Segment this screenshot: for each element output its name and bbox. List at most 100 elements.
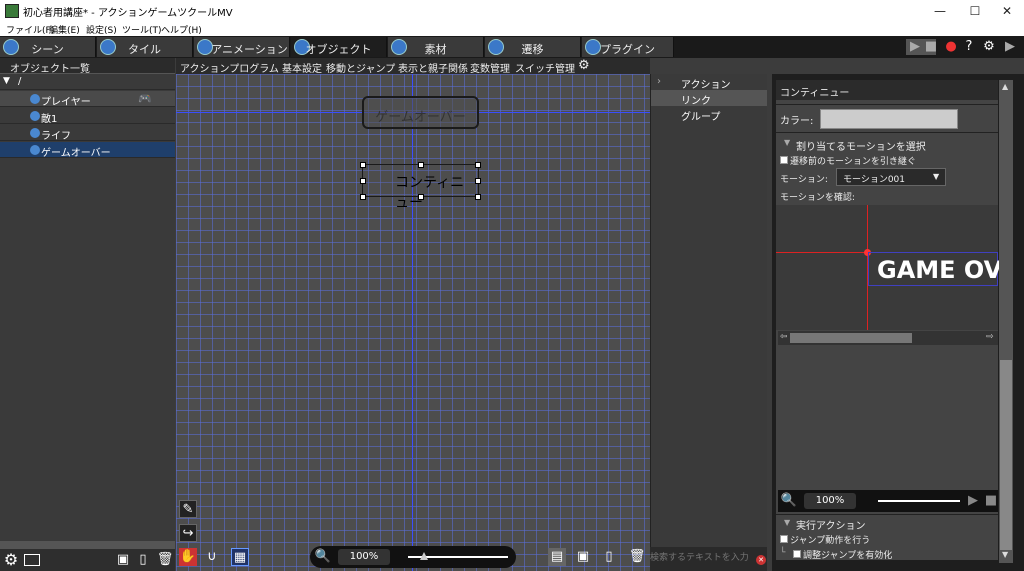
list-item[interactable]: プレイヤー 🎮 — [0, 91, 175, 108]
arrow-right-icon[interactable]: ⇨ — [986, 332, 994, 342]
copy-node-icon[interactable]: ▯ — [600, 548, 618, 566]
add-folder-icon[interactable]: ▣ — [114, 551, 132, 569]
resize-handle[interactable] — [475, 194, 481, 200]
resize-handle[interactable] — [475, 162, 481, 168]
subtab-switches[interactable]: スイッチ管理 — [515, 60, 575, 75]
resize-handle[interactable] — [360, 162, 366, 168]
tab-label: 素材 — [424, 43, 447, 56]
clear-search-icon[interactable]: ✕ — [756, 555, 766, 565]
list-item-label: ライフ — [41, 131, 71, 142]
menu-settings[interactable]: 設定(S) — [86, 23, 117, 36]
subtab-variables[interactable]: 変数管理 — [470, 60, 510, 75]
search-input[interactable] — [650, 549, 758, 567]
preview-scroll-thumb[interactable] — [790, 333, 912, 343]
expand-icon[interactable]: ▼ — [3, 76, 10, 86]
link-panel: › アクション リンク グループ — [650, 74, 767, 547]
delete-node-icon[interactable]: 🗑 — [628, 548, 646, 566]
arrow-left-icon[interactable]: ⇦ — [780, 332, 788, 342]
disabled-tool-icon: ▤ — [548, 548, 566, 566]
mid-item-link[interactable]: リンク — [651, 90, 767, 107]
grid-toggle-icon[interactable]: ▦ — [231, 548, 249, 566]
subtab-move-jump[interactable]: 移動とジャンプ — [326, 60, 395, 75]
color-swatch[interactable] — [820, 109, 958, 129]
tab-label: オブジェクト — [305, 43, 372, 56]
list-item[interactable]: 敵1 — [0, 108, 175, 125]
resize-handle[interactable] — [360, 194, 366, 200]
action-program-canvas[interactable]: ゲームオーバー コンティニュー ✎ ↪ ✋ ∪ ▦ ▤ ▣ ▯ 🗑 — [176, 74, 650, 571]
subtab-display-parent[interactable]: 表示と親子関係 — [398, 60, 468, 75]
resize-handle[interactable] — [418, 194, 424, 200]
maximize-button[interactable]: ☐ — [958, 0, 992, 22]
curve-tool-icon[interactable]: ↪ — [179, 524, 197, 542]
canvas-axis-v — [412, 74, 413, 571]
tab-transition[interactable]: 遷移 — [485, 37, 581, 57]
minimize-button[interactable]: — — [923, 0, 957, 22]
pen-tool-icon[interactable]: ✎ — [179, 500, 197, 518]
list-item-selected[interactable]: ゲームオーバー — [0, 142, 175, 159]
zoom-field[interactable]: 100% — [338, 549, 390, 565]
tab-material[interactable]: 素材 — [388, 37, 484, 57]
enable-adjust-checkbox[interactable] — [793, 550, 801, 558]
mid-item-group[interactable]: グループ — [651, 106, 767, 123]
run-icon[interactable]: ▶ — [1001, 38, 1019, 56]
left-scrollbar[interactable] — [0, 541, 175, 549]
tab-tile[interactable]: タイル — [97, 37, 193, 57]
hand-tool-icon[interactable]: ✋ — [179, 548, 197, 566]
tab-label: アニメーション — [211, 43, 288, 56]
list-item[interactable]: ライフ — [0, 125, 175, 142]
title-bar: 初心者用講座* - アクションゲームツクールMV — ☐ ✕ — [0, 0, 1024, 22]
subtab-action-program[interactable]: アクションプログラム — [180, 60, 279, 75]
magnet-icon[interactable]: ∪ — [203, 548, 221, 566]
resize-handle[interactable] — [418, 162, 424, 168]
preview-scrollbar[interactable]: ⇦ ⇨ — [778, 331, 998, 345]
collapse-icon[interactable]: ▼ — [784, 518, 790, 527]
arrow-down-icon[interactable]: ▼ — [1002, 550, 1008, 559]
collapse-icon[interactable]: ▼ — [784, 138, 790, 147]
help-icon[interactable]: ? — [960, 38, 978, 56]
divider — [776, 104, 998, 105]
inherit-motion-checkbox[interactable] — [780, 156, 788, 164]
do-jump-checkbox[interactable] — [780, 535, 788, 543]
record-icon[interactable]: ● — [942, 38, 960, 56]
properties-title: コンティニュー — [780, 88, 850, 99]
add-item-icon[interactable]: ▯ — [134, 551, 152, 569]
tab-object[interactable]: オブジェクト — [291, 37, 387, 57]
stop-icon[interactable]: ■ — [982, 492, 1000, 510]
color-label: カラー: — [780, 116, 814, 127]
resize-handle[interactable] — [475, 178, 481, 184]
tab-scene[interactable]: シーン — [0, 37, 96, 57]
stop-icon[interactable]: ■ — [922, 38, 940, 56]
action-node-continue[interactable]: コンティニュー — [360, 162, 481, 211]
menu-tools[interactable]: ツール(T) — [122, 23, 162, 36]
close-button[interactable]: ✕ — [990, 0, 1024, 22]
subtab-basic[interactable]: 基本設定 — [282, 60, 322, 75]
menu-help[interactable]: ヘルプ(H) — [161, 23, 202, 36]
trash-icon[interactable]: 🗑 — [156, 551, 174, 569]
tree-root[interactable]: ▼ / — [0, 74, 175, 90]
arrow-up-icon[interactable]: ▲ — [1002, 82, 1008, 91]
window-title: 初心者用講座* - アクションゲームツクールMV — [23, 8, 233, 19]
motion-select-value: モーション001 — [843, 175, 905, 185]
resize-handle[interactable] — [360, 178, 366, 184]
mid-item-action[interactable]: › アクション — [651, 74, 767, 91]
tree-root-label: / — [18, 76, 22, 87]
gear-icon[interactable]: ⚙ — [980, 38, 998, 56]
tab-animation[interactable]: アニメーション — [194, 37, 290, 57]
subtab-gear-icon[interactable]: ⚙ — [578, 58, 590, 73]
node-label: ゲームオーバー — [375, 110, 466, 125]
window-icon[interactable] — [24, 554, 40, 566]
tab-label: プラグイン — [600, 43, 655, 56]
menu-edit[interactable]: 編集(E) — [49, 23, 80, 36]
add-node-icon[interactable]: ▣ — [574, 548, 592, 566]
preview-zoom-slider[interactable] — [878, 500, 960, 502]
motion-select[interactable]: モーション001 ▼ — [836, 168, 946, 186]
preview-zoom-field[interactable]: 100% — [804, 493, 856, 509]
properties-scroll-thumb[interactable] — [1000, 360, 1012, 550]
menu-file[interactable]: ファイル(F) — [6, 23, 54, 36]
tab-plugin[interactable]: プラグイン — [582, 37, 674, 57]
mid-item-label: アクション — [681, 80, 731, 91]
play-icon[interactable]: ▶ — [964, 492, 982, 510]
settings-gear-icon[interactable]: ⚙ — [2, 551, 20, 569]
preview-text: GAME OV — [877, 256, 1003, 284]
action-node-gameover[interactable]: ゲームオーバー — [362, 96, 479, 129]
